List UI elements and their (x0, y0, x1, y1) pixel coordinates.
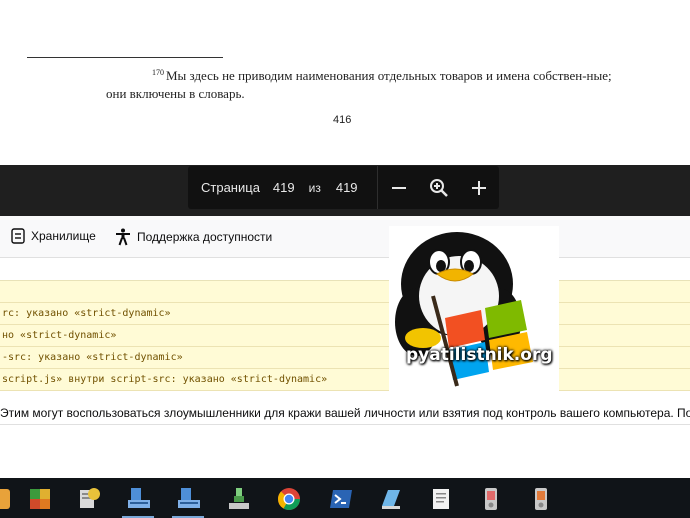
devtools-tab-bar: Хранилище Поддержка доступности (0, 216, 690, 258)
footnote: 170 Мы здесь не приводим наименования отд… (106, 64, 626, 103)
colored-squares-app-icon[interactable] (27, 486, 53, 512)
warning-row: script.js» внутри script-src: указано «s… (0, 369, 690, 391)
server-manager-icon[interactable] (76, 486, 102, 512)
warning-row (0, 281, 690, 303)
zoom-out-button[interactable] (380, 166, 420, 209)
footnote-divider (27, 57, 223, 58)
zoom-in-button[interactable] (459, 166, 499, 209)
watermark-logo (389, 226, 559, 398)
page-of-label: из (308, 180, 321, 195)
console-message: Этим могут воспользоваться злоумышленник… (0, 402, 690, 425)
accessibility-icon (116, 228, 130, 246)
partial-app-icon[interactable] (0, 486, 14, 512)
chrome-icon[interactable] (276, 486, 302, 512)
warning-row: -src: указано «strict-dynamic» (0, 347, 690, 369)
watermark-text: pyatilistnik.org (406, 345, 553, 365)
powershell-icon[interactable] (328, 486, 354, 512)
office-app-icon[interactable] (378, 486, 404, 512)
total-pages: 419 (335, 180, 358, 195)
pdf-page: 170 Мы здесь не приводим наименования отд… (0, 0, 690, 165)
page-number: 416 (333, 114, 352, 126)
tab-accessibility-label: Поддержка доступности (137, 230, 273, 244)
devtools-panel: Хранилище Поддержка доступности rc: указ… (0, 216, 690, 478)
network-computer-icon-2[interactable] (176, 486, 202, 512)
media-device-icon[interactable] (478, 486, 504, 512)
zoom-magnifier-icon (430, 178, 449, 197)
footnote-number: 170 (152, 68, 164, 77)
footnote-text: Мы здесь не приводим наименования отдель… (106, 68, 612, 101)
storage-icon (11, 228, 25, 244)
minus-icon (392, 186, 407, 189)
windows-taskbar (0, 478, 690, 518)
warning-row: rc: указано «strict-dynamic» (0, 303, 690, 325)
media-device-icon-2[interactable] (528, 486, 554, 512)
network-computer-icon[interactable] (126, 486, 152, 512)
tux-penguin-windows-logo (395, 232, 533, 387)
console-filter-row (0, 258, 690, 281)
zoom-fit-button[interactable] (419, 166, 459, 209)
plus-icon (472, 180, 487, 195)
page-label: Страница (201, 180, 260, 195)
tab-storage[interactable]: Хранилище (11, 228, 96, 244)
console-warnings: rc: указано «strict-dynamic» но «strict-… (0, 281, 690, 391)
warning-row: но «strict-dynamic» (0, 325, 690, 347)
current-page-input[interactable]: 419 (273, 180, 295, 195)
notepad-document-icon[interactable] (428, 486, 454, 512)
page-navigation-control: Страница 419 из 419 (188, 166, 499, 209)
tab-storage-label: Хранилище (31, 229, 96, 243)
control-divider (376, 166, 378, 209)
tab-accessibility[interactable]: Поддержка доступности (115, 228, 272, 246)
usb-network-icon[interactable] (226, 486, 252, 512)
